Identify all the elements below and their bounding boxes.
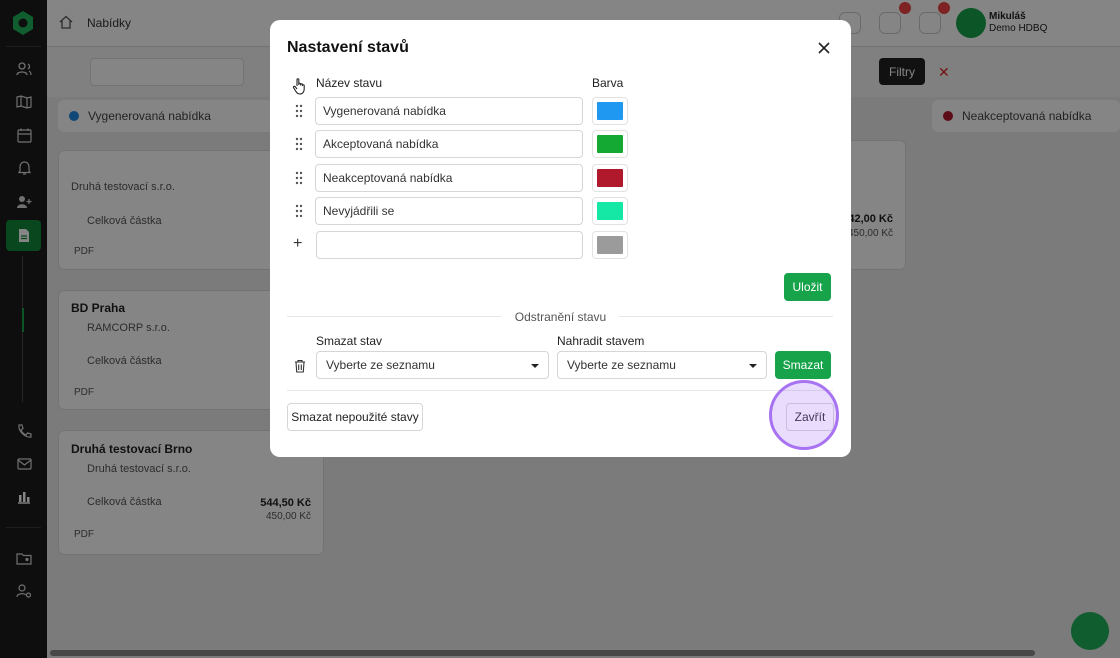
- drag-handle-icon[interactable]: [294, 204, 304, 218]
- close-icon[interactable]: [814, 38, 834, 58]
- replace-state-label: Nahradit stavem: [557, 334, 645, 348]
- color-swatch: [597, 135, 623, 153]
- hand-pointer-icon: [292, 78, 305, 95]
- state-name-header: Název stavu: [316, 76, 383, 90]
- new-state-input[interactable]: [316, 231, 583, 259]
- color-picker[interactable]: [592, 197, 628, 225]
- delete-state-label: Smazat stav: [316, 334, 383, 348]
- divider: [287, 390, 833, 391]
- select-value: Vyberte ze seznamu: [567, 358, 676, 372]
- state-name-input[interactable]: [315, 130, 583, 158]
- click-indicator: [769, 380, 839, 450]
- color-swatch: [597, 202, 623, 220]
- plus-icon[interactable]: +: [293, 236, 305, 252]
- state-name-input[interactable]: [315, 97, 583, 125]
- state-row: [270, 130, 851, 158]
- color-header: Barva: [592, 76, 624, 90]
- removal-section-title: Odstranění stavu: [514, 310, 607, 324]
- new-state-row: +: [270, 231, 851, 259]
- color-picker[interactable]: [592, 130, 628, 158]
- state-settings-dialog: Nastavení stavů Název stavu Barva + Ulož…: [270, 20, 851, 457]
- dialog-title: Nastavení stavů: [287, 39, 409, 56]
- state-row: [270, 97, 851, 125]
- state-row: [270, 164, 851, 192]
- drag-handle-icon[interactable]: [294, 137, 304, 151]
- delete-unused-states-button[interactable]: Smazat nepoužité stavy: [287, 403, 423, 431]
- drag-handle-icon[interactable]: [294, 171, 304, 185]
- color-picker[interactable]: [592, 231, 628, 259]
- color-picker[interactable]: [592, 97, 628, 125]
- color-swatch: [597, 102, 623, 120]
- save-button[interactable]: Uložit: [784, 273, 831, 301]
- dropdown-arrow-icon: [531, 364, 539, 368]
- dropdown-arrow-icon: [749, 364, 757, 368]
- delete-state-select[interactable]: Vyberte ze seznamu: [316, 351, 549, 379]
- state-row: [270, 197, 851, 225]
- replace-state-select[interactable]: Vyberte ze seznamu: [557, 351, 767, 379]
- state-name-input[interactable]: [315, 197, 583, 225]
- state-name-input[interactable]: [315, 164, 583, 192]
- select-value: Vyberte ze seznamu: [326, 358, 435, 372]
- trash-icon: [295, 359, 305, 373]
- drag-handle-icon[interactable]: [294, 104, 304, 118]
- color-swatch: [597, 169, 623, 187]
- color-swatch: [597, 236, 623, 254]
- delete-button[interactable]: Smazat: [775, 351, 831, 379]
- color-picker[interactable]: [592, 164, 628, 192]
